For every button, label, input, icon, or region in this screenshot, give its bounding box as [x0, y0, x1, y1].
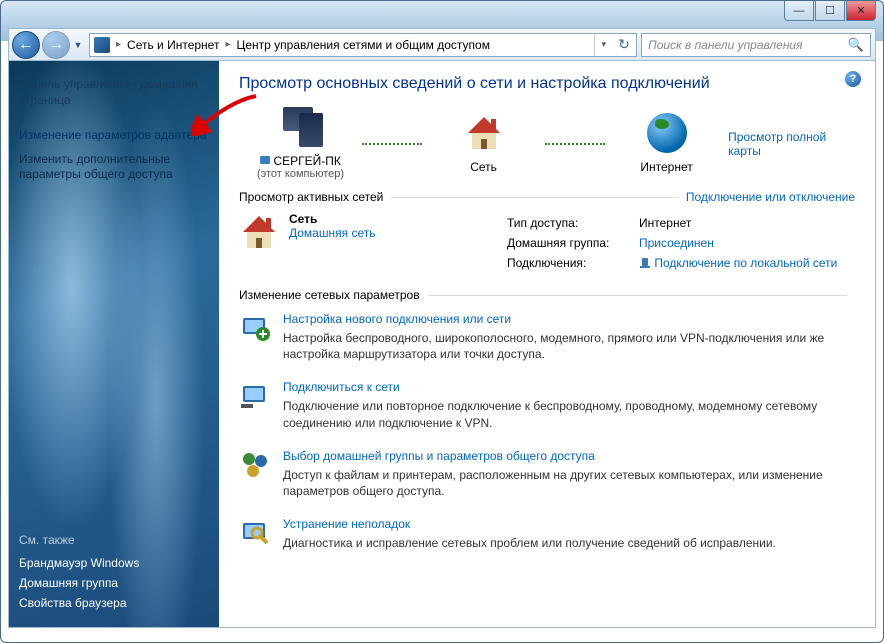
network-map: СЕРГЕЙ-ПК (этот компьютер) Сеть Интернет…: [239, 107, 855, 180]
see-also-firewall[interactable]: Брандмауэр Windows: [19, 553, 139, 573]
map-connector: [362, 135, 422, 153]
minimize-icon: —: [794, 5, 805, 17]
task-desc: Доступ к файлам и принтерам, расположенн…: [283, 467, 855, 499]
map-this-pc: СЕРГЕЙ-ПК (этот компьютер): [239, 107, 362, 180]
task-title[interactable]: Подключиться к сети: [283, 380, 855, 394]
full-map-link[interactable]: Просмотр полной карты: [728, 130, 855, 158]
homegroup-link[interactable]: Присоединен: [639, 236, 714, 250]
task-troubleshoot: Устранение неполадок Диагностика и испра…: [239, 517, 855, 551]
map-pc-sub: (этот компьютер): [239, 168, 362, 180]
globe-icon: [647, 113, 687, 153]
search-icon: 🔍: [848, 37, 864, 53]
breadcrumb-item[interactable]: Сеть и Интернет: [123, 38, 223, 52]
map-internet-label: Интернет: [605, 160, 728, 174]
task-title[interactable]: Выбор домашней группы и параметров общег…: [283, 449, 855, 463]
map-net-label: Сеть: [422, 160, 545, 174]
nav-back-button[interactable]: ←: [12, 31, 40, 59]
page-title: Просмотр основных сведений о сети и наст…: [239, 75, 855, 93]
search-input[interactable]: Поиск в панели управления 🔍: [641, 33, 871, 57]
map-network: Сеть: [422, 113, 545, 174]
house-icon: [464, 113, 504, 153]
maximize-button[interactable]: ☐: [815, 1, 845, 21]
map-connector: [545, 135, 605, 153]
window-frame: — ☐ ✕ ← → ▼ ▸ Сеть и Интернет ▸ Центр уп…: [0, 0, 884, 643]
change-settings-header: Изменение сетевых параметров: [239, 288, 855, 302]
close-button[interactable]: ✕: [846, 1, 876, 21]
label-connections: Подключения:: [501, 254, 631, 272]
search-placeholder: Поиск в панели управления: [648, 38, 803, 52]
task-new-connection: Настройка нового подключения или сети На…: [239, 312, 855, 362]
close-icon: ✕: [856, 4, 865, 17]
label-homegroup: Домашняя группа:: [501, 234, 631, 252]
house-icon: [239, 212, 279, 252]
lan-icon: [639, 257, 651, 269]
address-dropdown[interactable]: ▾: [594, 34, 612, 56]
network-name: Сеть: [289, 212, 375, 226]
label-access-type: Тип доступа:: [501, 214, 631, 232]
sidebar-adapter-settings-link[interactable]: Изменение параметров адаптера: [19, 124, 209, 148]
refresh-button[interactable]: ↻: [612, 36, 636, 53]
sidebar-home-link[interactable]: Панель управления - домашняя страница: [19, 73, 209, 112]
help-icon[interactable]: ?: [845, 71, 861, 87]
content-pane: ? Просмотр основных сведений о сети и на…: [219, 61, 875, 627]
map-internet: Интернет: [605, 113, 728, 174]
nav-history-dropdown[interactable]: ▼: [71, 40, 85, 50]
task-connect: Подключиться к сети Подключение или повт…: [239, 380, 855, 430]
task-desc: Диагностика и исправление сетевых пробле…: [283, 535, 776, 551]
task-homegroup: Выбор домашней группы и параметров общег…: [239, 449, 855, 499]
titlebar-buttons: — ☐ ✕: [783, 1, 876, 21]
troubleshoot-icon: [239, 517, 271, 549]
new-connection-icon: [239, 312, 271, 344]
address-bar[interactable]: ▸ Сеть и Интернет ▸ Центр управления сет…: [89, 33, 637, 57]
connect-disconnect-link[interactable]: Подключение или отключение: [686, 190, 855, 204]
connect-icon: [239, 380, 271, 412]
body: Панель управления - домашняя страница Из…: [8, 61, 876, 628]
see-also-header: См. также: [19, 533, 139, 547]
control-panel-icon: [94, 37, 110, 53]
task-title[interactable]: Настройка нового подключения или сети: [283, 312, 855, 326]
active-networks-label: Просмотр активных сетей: [239, 190, 383, 204]
task-desc: Подключение или повторное подключение к …: [283, 398, 855, 430]
toolbar: ← → ▼ ▸ Сеть и Интернет ▸ Центр управлен…: [8, 28, 876, 61]
see-also-homegroup[interactable]: Домашняя группа: [19, 573, 139, 593]
connection-link[interactable]: Подключение по локальной сети: [654, 256, 837, 270]
change-settings-label: Изменение сетевых параметров: [239, 288, 420, 302]
active-networks-header: Просмотр активных сетей Подключение или …: [239, 190, 855, 204]
nav-forward-button[interactable]: →: [42, 31, 70, 59]
minimize-button[interactable]: —: [784, 1, 814, 21]
see-also-browser[interactable]: Свойства браузера: [19, 593, 139, 613]
sidebar-see-also: См. также Брандмауэр Windows Домашняя гр…: [19, 533, 139, 613]
divider: [391, 197, 678, 198]
breadcrumb-item[interactable]: Центр управления сетями и общим доступом: [232, 38, 494, 52]
active-network-item: Сеть Домашняя сеть Тип доступа: Интернет…: [239, 212, 855, 274]
task-title[interactable]: Устранение неполадок: [283, 517, 776, 531]
network-details-table: Тип доступа: Интернет Домашняя группа: П…: [499, 212, 845, 274]
monitor-badge-icon: [260, 156, 270, 166]
chevron-right-icon: ▸: [223, 39, 232, 50]
network-type-link[interactable]: Домашняя сеть: [289, 226, 375, 240]
map-pc-name: СЕРГЕЙ-ПК: [239, 154, 362, 168]
chevron-right-icon: ▸: [114, 39, 123, 50]
sidebar: Панель управления - домашняя страница Из…: [9, 61, 219, 627]
task-desc: Настройка беспроводного, широкополосного…: [283, 330, 855, 362]
value-access-type: Интернет: [633, 214, 843, 232]
maximize-icon: ☐: [825, 4, 835, 17]
homegroup-icon: [239, 449, 271, 481]
sidebar-sharing-settings-link[interactable]: Изменить дополнительные параметры общего…: [19, 148, 209, 187]
divider: [428, 295, 847, 296]
pc-icon: [277, 107, 325, 147]
